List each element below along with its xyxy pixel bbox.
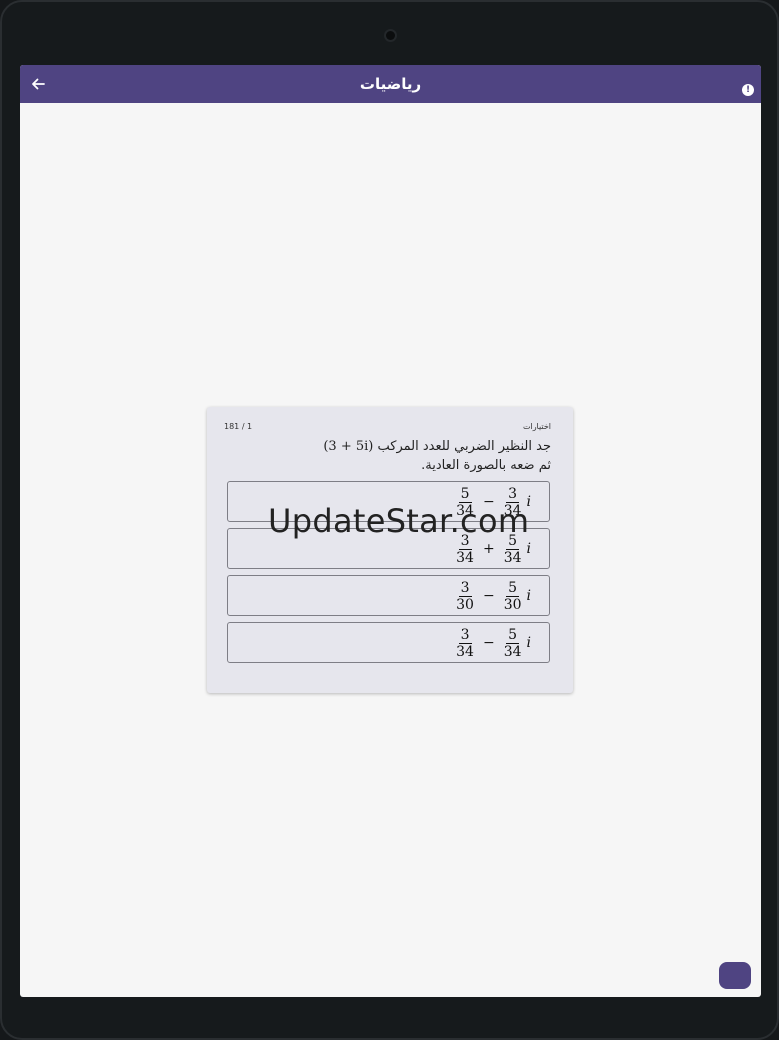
answer-option-2[interactable]: 3 34 + 5 34 i [227, 528, 550, 569]
fraction: 5 34 [456, 485, 474, 519]
answer-option-4[interactable]: 3 34 − 5 34 i [227, 622, 550, 663]
operator: + [482, 541, 495, 557]
info-icon[interactable]: ! [742, 84, 754, 96]
app-bar: رياضيات ! [20, 65, 761, 103]
fraction: 5 34 [503, 626, 522, 660]
imaginary-unit: i [526, 588, 531, 604]
question-line2: ثم ضعه بالصورة العادية. [421, 458, 551, 473]
fraction: 3 34 [503, 485, 522, 519]
operator: − [482, 494, 495, 510]
fraction: 5 34 [503, 532, 522, 566]
page-title: رياضيات [359, 75, 422, 93]
fraction: 5 30 [503, 579, 522, 613]
question-counter: 181 / 1 [224, 422, 253, 431]
question-card: 181 / 1 اختيارات جد النظير الضربي للعدد … [207, 407, 573, 693]
question-type-label: اختيارات [522, 422, 551, 431]
camera-icon [386, 31, 395, 40]
answer-option-1[interactable]: 5 34 − 3 34 i [227, 481, 550, 522]
operator: − [482, 588, 495, 604]
tablet-frame: رياضيات ! 181 / 1 اختيارات جد النظير الض… [0, 0, 779, 1040]
fraction: 3 30 [456, 579, 474, 613]
answer-option-3[interactable]: 3 30 − 5 30 i [227, 575, 550, 616]
imaginary-unit: i [526, 494, 531, 510]
question-prefix: جد النظير الضربي للعدد المركب [377, 439, 551, 454]
operator: − [482, 635, 495, 651]
floating-action-button[interactable] [719, 962, 751, 989]
question-math: (3 + 5i) [323, 439, 374, 454]
app-screen: رياضيات ! 181 / 1 اختيارات جد النظير الض… [20, 65, 761, 997]
imaginary-unit: i [526, 635, 531, 651]
fraction: 3 34 [456, 532, 474, 566]
fraction: 3 34 [456, 626, 474, 660]
imaginary-unit: i [526, 541, 531, 557]
question-text: جد النظير الضربي للعدد المركب (3 + 5i) ث… [231, 437, 551, 475]
